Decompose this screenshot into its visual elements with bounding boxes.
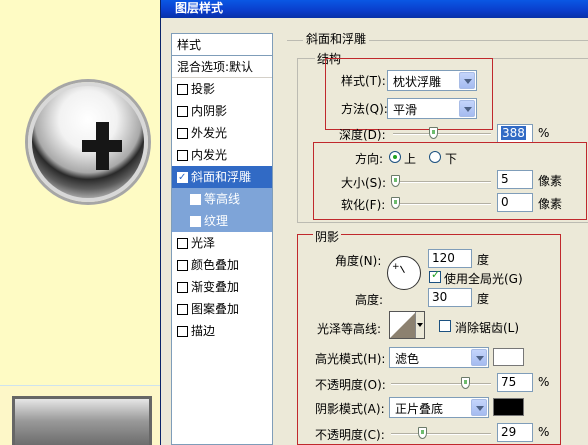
metal-box-artwork (12, 396, 152, 445)
altitude-unit: 度 (477, 292, 490, 306)
style-item-inner-glow[interactable]: 内发光 (172, 144, 272, 166)
shadow-opacity-input[interactable]: 29 (497, 423, 533, 442)
angle-dial[interactable]: + (387, 256, 421, 290)
technique-label: 方法(Q): (341, 102, 388, 116)
direction-down-label: 下 (445, 152, 458, 166)
style-item-stroke[interactable]: 描边 (172, 320, 272, 342)
shading-title: 阴影 (313, 228, 342, 245)
highlight-color-swatch[interactable] (493, 348, 524, 366)
soften-slider[interactable] (391, 197, 491, 209)
size-slider[interactable] (391, 175, 491, 187)
angle-unit: 度 (477, 253, 490, 267)
slider-thumb[interactable] (461, 377, 470, 389)
layer-style-dialog: 图层样式 样式 混合选项:默认 投影 内阴影 外发光 内发光 斜面和浮雕 等高线… (160, 0, 588, 445)
size-input[interactable]: 5 (497, 170, 533, 189)
checkbox[interactable] (190, 215, 201, 227)
anti-aliased-checkbox[interactable] (439, 320, 451, 332)
checkbox[interactable] (177, 303, 188, 315)
checkbox[interactable] (190, 193, 201, 205)
style-item-satin[interactable]: 光泽 (172, 232, 272, 254)
style-list: 样式 混合选项:默认 投影 内阴影 外发光 内发光 斜面和浮雕 等高线 纹理 光… (171, 33, 273, 445)
slider-thumb[interactable] (391, 175, 400, 187)
soften-unit: 像素 (538, 197, 563, 211)
checkbox-checked[interactable] (177, 167, 188, 189)
altitude-input[interactable]: 30 (428, 288, 472, 307)
highlight-mode-label: 高光模式(H): (315, 352, 386, 366)
style-label: 样式(T): (341, 74, 386, 88)
soften-input[interactable]: 0 (497, 193, 533, 212)
style-item-pattern-overlay[interactable]: 图案叠加 (172, 298, 272, 320)
checkbox[interactable] (177, 259, 188, 271)
chevron-down-icon[interactable] (415, 312, 424, 338)
altitude-label: 高度: (355, 293, 384, 307)
highlight-box-style (325, 58, 493, 130)
direction-up-label: 上 (404, 152, 417, 166)
checkbox[interactable] (177, 237, 188, 249)
style-list-header[interactable]: 样式 (172, 34, 272, 56)
shadow-opacity-label: 不透明度(C): (315, 428, 385, 442)
chevron-down-icon[interactable] (459, 72, 475, 89)
direction-down-radio[interactable] (429, 151, 441, 163)
slider-thumb[interactable] (429, 127, 438, 139)
gloss-contour-picker[interactable] (389, 311, 425, 339)
checkbox[interactable] (177, 149, 188, 161)
shadow-opacity-unit: % (538, 425, 550, 439)
style-item-inner-shadow[interactable]: 内阴影 (172, 100, 272, 122)
checkbox[interactable] (177, 105, 188, 117)
anti-aliased-label: 消除锯齿(L) (455, 321, 520, 335)
angle-label: 角度(N): (335, 254, 382, 268)
slider-thumb[interactable] (391, 197, 400, 209)
chevron-down-icon[interactable] (471, 349, 487, 366)
checkbox[interactable] (177, 127, 188, 139)
depth-label: 深度(D): (339, 128, 386, 142)
style-item-bevel-emboss[interactable]: 斜面和浮雕 (172, 166, 272, 189)
checkbox[interactable] (177, 83, 188, 95)
size-label: 大小(S): (341, 176, 387, 190)
shadow-mode-label: 阴影模式(A): (315, 402, 385, 416)
direction-label: 方向: (355, 152, 384, 166)
style-item-gradient-overlay[interactable]: 渐变叠加 (172, 276, 272, 298)
bevel-section-title: 斜面和浮雕 (303, 30, 370, 47)
blend-options-item[interactable]: 混合选项:默认 (172, 56, 272, 78)
global-light-label: 使用全局光(G) (444, 272, 523, 286)
bevel-style-select[interactable]: 枕状浮雕 (387, 70, 477, 91)
depth-unit: % (538, 126, 550, 140)
depth-input[interactable]: 388 (497, 124, 533, 143)
style-item-texture[interactable]: 纹理 (172, 210, 272, 232)
plus-icon (82, 122, 122, 170)
style-item-color-overlay[interactable]: 颜色叠加 (172, 254, 272, 276)
document-canvas (0, 0, 160, 445)
slider-thumb[interactable] (418, 427, 427, 439)
highlight-opacity-slider[interactable] (391, 377, 491, 389)
shadow-mode-select[interactable]: 正片叠底 (389, 397, 489, 418)
style-item-contour[interactable]: 等高线 (172, 188, 272, 210)
crosshair-icon: + (392, 262, 400, 272)
checkbox[interactable] (177, 325, 188, 337)
shadow-color-swatch[interactable] (493, 398, 524, 416)
highlight-opacity-unit: % (538, 375, 550, 389)
contour-preview-icon (390, 312, 416, 338)
depth-slider[interactable] (393, 127, 491, 139)
highlight-opacity-label: 不透明度(O): (315, 378, 386, 392)
style-item-drop-shadow[interactable]: 投影 (172, 78, 272, 100)
window-title: 图层样式 (175, 1, 224, 15)
highlight-opacity-input[interactable]: 75 (497, 373, 533, 392)
direction-up-radio[interactable] (389, 151, 401, 163)
checkbox[interactable] (177, 281, 188, 293)
size-unit: 像素 (538, 174, 563, 188)
soften-label: 软化(F): (341, 198, 386, 212)
highlight-mode-select[interactable]: 滤色 (389, 347, 489, 368)
global-light-checkbox[interactable] (429, 268, 441, 283)
shadow-opacity-slider[interactable] (391, 427, 491, 439)
chevron-down-icon[interactable] (471, 399, 487, 416)
technique-select[interactable]: 平滑 (387, 98, 477, 119)
chevron-down-icon[interactable] (459, 100, 475, 117)
title-bar[interactable]: 图层样式 (161, 0, 588, 18)
gloss-contour-label: 光泽等高线: (317, 322, 382, 336)
angle-input[interactable]: 120 (428, 249, 472, 268)
style-item-outer-glow[interactable]: 外发光 (172, 122, 272, 144)
